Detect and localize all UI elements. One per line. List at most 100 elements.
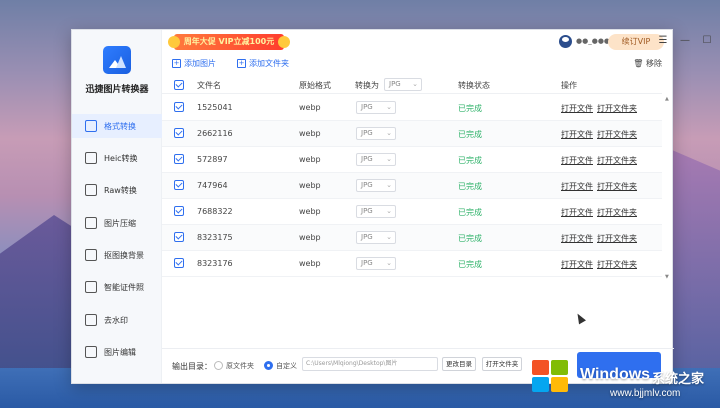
open-file-link[interactable]: 打开文件 — [561, 259, 593, 270]
row-format: webp — [299, 181, 321, 190]
row-checkbox[interactable] — [174, 180, 184, 190]
row-status: 已完成 — [458, 260, 482, 269]
add-folder-icon: + — [237, 59, 246, 68]
row-filename: 747964 — [197, 181, 228, 190]
app-name: 迅捷图片转换器 — [85, 85, 149, 95]
open-file-link[interactable]: 打开文件 — [561, 155, 593, 166]
chevron-down-icon: ⌄ — [386, 207, 392, 215]
row-filename: 572897 — [197, 155, 228, 164]
radio-original-folder[interactable] — [214, 361, 223, 370]
sidebar-item-heic[interactable]: Heic转换 — [72, 146, 162, 170]
sidebar-item-cutout[interactable]: 抠图换背景 — [72, 243, 162, 267]
sidebar-item-watermark[interactable]: 去水印 — [72, 308, 162, 332]
remove-button[interactable]: 🗑 移除 — [633, 58, 662, 69]
convert-to-all-value: JPG — [389, 80, 401, 88]
chevron-down-icon: ⌄ — [386, 103, 392, 111]
output-path-input[interactable]: C:\Users\Mlqiong\Desktop\图片 — [302, 357, 438, 371]
row-checkbox[interactable] — [174, 232, 184, 242]
row-convert-select[interactable]: JPG ⌄ — [356, 205, 396, 218]
chevron-down-icon: ⌄ — [386, 259, 392, 267]
promo-banner[interactable]: 周年大促 VIP立减100元 — [168, 34, 290, 50]
titlebar: 周年大促 VIP立减100元 ●●_●●●● 续订VIP ☰ — ☐ ✕ — [162, 30, 711, 54]
open-folder-link[interactable]: 打开文件夹 — [597, 207, 637, 218]
add-image-icon: + — [172, 59, 181, 68]
chevron-down-icon: ⌄ — [386, 129, 392, 137]
row-convert-select[interactable]: JPG ⌄ — [356, 153, 396, 166]
edit-icon — [85, 346, 97, 358]
row-status: 已完成 — [458, 182, 482, 191]
row-convert-value: JPG — [361, 207, 373, 215]
change-dir-button[interactable]: 更改目录 — [442, 357, 476, 371]
menu-icon[interactable]: ☰ — [656, 35, 670, 47]
row-convert-select[interactable]: JPG ⌄ — [356, 231, 396, 244]
row-checkbox[interactable] — [174, 128, 184, 138]
remove-label: 移除 — [646, 59, 662, 68]
convert-to-all-select[interactable]: JPG ⌄ — [384, 78, 422, 91]
row-format: webp — [299, 259, 321, 268]
row-convert-select[interactable]: JPG ⌄ — [356, 127, 396, 140]
table-row: 7688322 webp JPG ⌄ 已完成 打开文件 打开文件夹 — [162, 199, 662, 225]
sidebar-item-compress[interactable]: 图片压缩 — [72, 211, 162, 235]
row-convert-select[interactable]: JPG ⌄ — [356, 179, 396, 192]
row-checkbox[interactable] — [174, 102, 184, 112]
table-scrollbar[interactable] — [664, 95, 670, 283]
add-image-button[interactable]: + 添加图片 — [172, 58, 216, 69]
row-checkbox[interactable] — [174, 154, 184, 164]
open-file-link[interactable]: 打开文件 — [561, 181, 593, 192]
sidebar-item-label: 智能证件照 — [104, 282, 144, 292]
radio-custom-folder-label: 自定义 — [276, 362, 297, 370]
scroll-up-icon[interactable]: ▲ — [665, 96, 669, 102]
open-file-link[interactable]: 打开文件 — [561, 129, 593, 140]
cutout-icon — [85, 249, 97, 261]
row-status: 已完成 — [458, 130, 482, 139]
open-file-link[interactable]: 打开文件 — [561, 207, 593, 218]
avatar[interactable] — [559, 35, 572, 48]
table-row: 2662116 webp JPG ⌄ 已完成 打开文件 打开文件夹 — [162, 121, 662, 147]
chevron-down-icon: ⌄ — [412, 80, 418, 88]
open-file-link[interactable]: 打开文件 — [561, 233, 593, 244]
open-folder-link[interactable]: 打开文件夹 — [597, 233, 637, 244]
radio-custom-folder[interactable] — [264, 361, 273, 370]
header-action: 操作 — [561, 81, 577, 90]
header-convert-to: 转换为 — [355, 81, 379, 90]
sidebar-item-id-photo[interactable]: 智能证件照 — [72, 275, 162, 299]
watermark-title: Windows — [580, 366, 651, 383]
add-folder-button[interactable]: + 添加文件夹 — [237, 58, 289, 69]
open-folder-link[interactable]: 打开文件夹 — [597, 181, 637, 192]
sidebar-item-edit[interactable]: 图片编辑 — [72, 340, 162, 364]
row-filename: 1525041 — [197, 103, 233, 112]
open-file-link[interactable]: 打开文件 — [561, 103, 593, 114]
open-output-folder-button[interactable]: 打开文件夹 — [482, 357, 522, 371]
row-convert-value: JPG — [361, 259, 373, 267]
row-checkbox[interactable] — [174, 258, 184, 268]
open-folder-link[interactable]: 打开文件夹 — [597, 129, 637, 140]
watermark-icon — [85, 314, 97, 326]
row-format: webp — [299, 233, 321, 242]
sidebar-item-label: 格式转换 — [104, 121, 136, 131]
row-checkbox[interactable] — [174, 206, 184, 216]
scroll-down-icon[interactable]: ▼ — [665, 274, 669, 280]
open-folder-link[interactable]: 打开文件夹 — [597, 103, 637, 114]
compress-icon — [85, 217, 97, 229]
row-convert-select[interactable]: JPG ⌄ — [356, 257, 396, 270]
add-folder-label: 添加文件夹 — [249, 59, 289, 68]
add-image-label: 添加图片 — [184, 59, 216, 68]
row-filename: 2662116 — [197, 129, 233, 138]
chevron-down-icon: ⌄ — [386, 233, 392, 241]
row-status: 已完成 — [458, 104, 482, 113]
sidebar-item-label: 去水印 — [104, 315, 128, 325]
row-convert-select[interactable]: JPG ⌄ — [356, 101, 396, 114]
app-logo-icon — [103, 46, 131, 74]
open-folder-link[interactable]: 打开文件夹 — [597, 259, 637, 270]
heic-icon — [85, 152, 97, 164]
open-folder-link[interactable]: 打开文件夹 — [597, 155, 637, 166]
row-format: webp — [299, 207, 321, 216]
radio-original-folder-label: 原文件夹 — [226, 362, 254, 370]
row-convert-value: JPG — [361, 181, 373, 189]
sidebar-item-raw[interactable]: Raw转换 — [72, 178, 162, 202]
maximize-icon[interactable]: ☐ — [700, 35, 714, 47]
select-all-checkbox[interactable] — [174, 80, 184, 90]
sidebar-item-format-convert[interactable]: 格式转换 — [72, 114, 162, 138]
table-row: 8323176 webp JPG ⌄ 已完成 打开文件 打开文件夹 — [162, 251, 662, 277]
minimize-icon[interactable]: — — [678, 35, 692, 47]
